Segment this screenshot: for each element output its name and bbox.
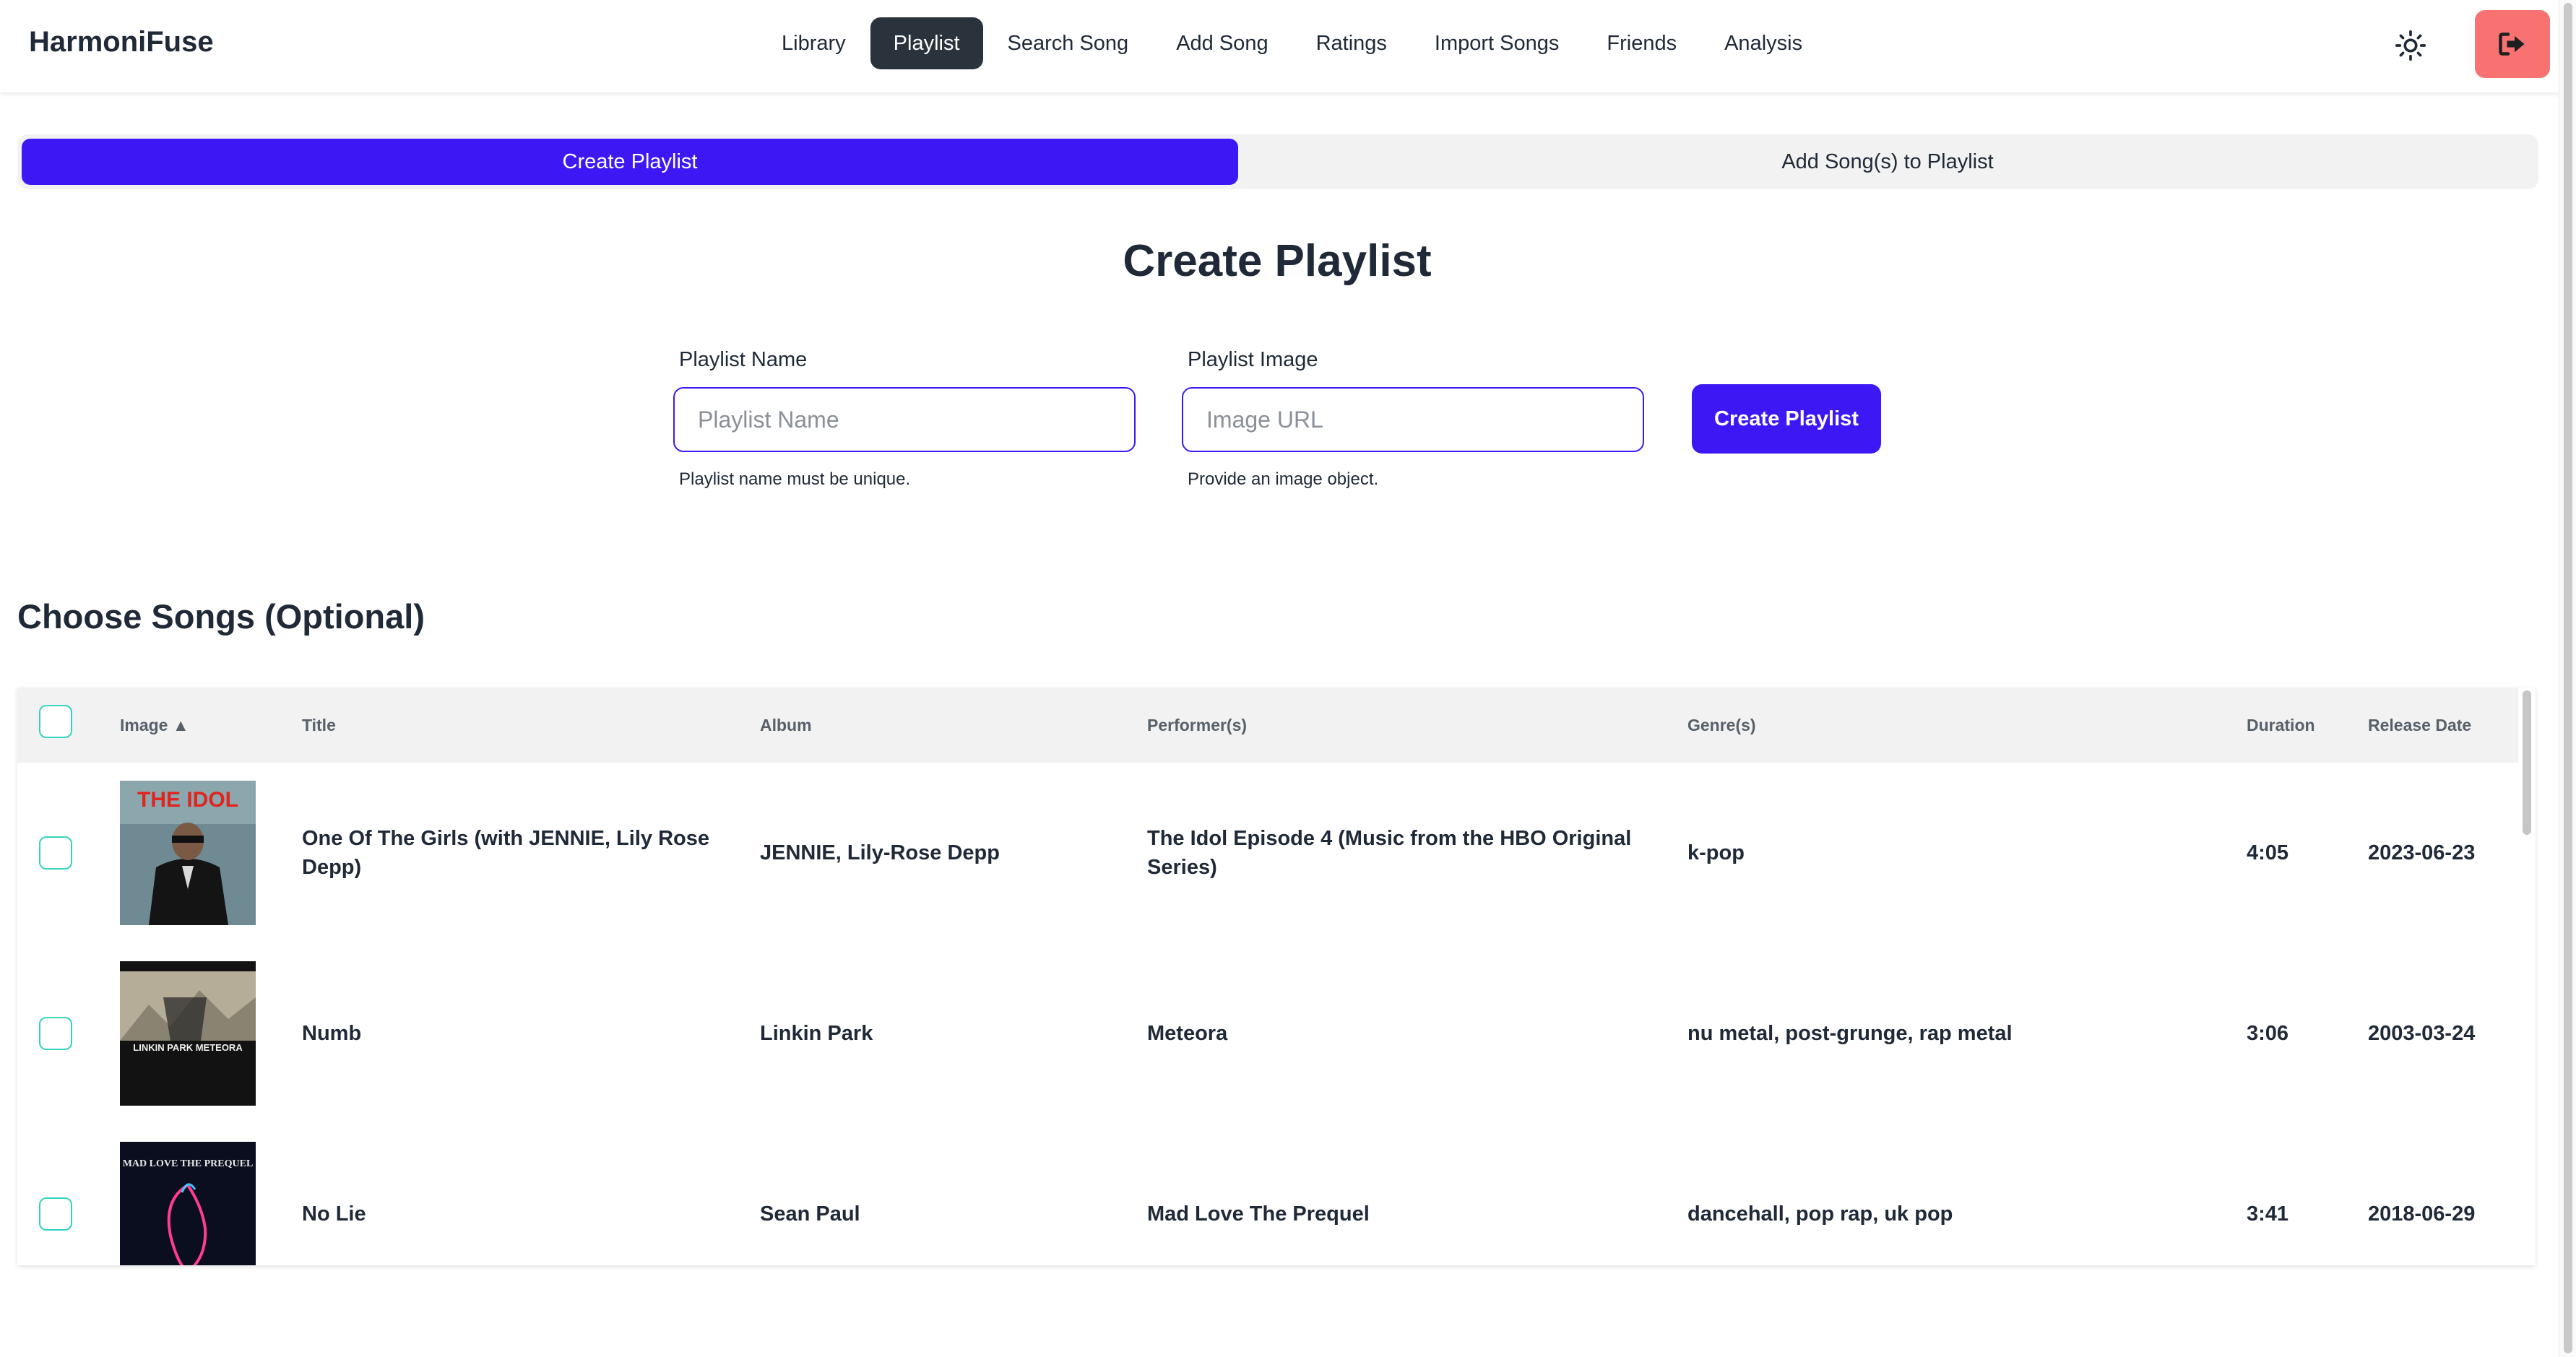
song-title: No Lie (302, 1202, 366, 1226)
row-checkbox[interactable] (39, 836, 72, 870)
table-row[interactable]: THE IDOL One Of The Girls (with JENNIE, … (17, 763, 2518, 945)
song-title: One Of The Girls (with JENNIE, Lily Rose… (302, 827, 709, 879)
main-nav: Library Playlist Search Song Add Song Ra… (758, 17, 1825, 69)
song-performers: Meteora (1147, 1022, 1228, 1045)
select-all-checkbox[interactable] (39, 705, 72, 738)
theme-toggle-button[interactable] (2387, 22, 2434, 69)
nav-analysis[interactable]: Analysis (1701, 17, 1825, 69)
nav-add-song[interactable]: Add Song (1153, 17, 1291, 69)
song-duration: 3:06 (2247, 1022, 2289, 1045)
page-title: Create Playlist (1123, 236, 1432, 286)
page-scrollbar[interactable] (2559, 0, 2576, 1357)
table-scrollbar[interactable] (2518, 688, 2536, 1265)
songs-table: Image ▲ Title Album Performer(s) Genre(s… (17, 688, 2536, 1265)
song-release-date: 2018-06-29 (2368, 1202, 2476, 1226)
playlist-name-input[interactable] (673, 387, 1136, 452)
top-navbar: HarmoniFuse Library Playlist Search Song… (0, 0, 2576, 92)
row-checkbox[interactable] (39, 1017, 72, 1050)
logout-icon (2499, 32, 2525, 56)
song-release-date: 2003-03-24 (2368, 1022, 2476, 1045)
song-genres: dancehall, pop rap, uk pop (1687, 1202, 1953, 1226)
sun-icon (2395, 30, 2426, 61)
header-image[interactable]: Image ▲ (120, 688, 189, 763)
song-album: Sean Paul (760, 1202, 860, 1226)
nav-friends[interactable]: Friends (1583, 17, 1700, 69)
song-duration: 4:05 (2247, 841, 2289, 864)
page-scrollbar-thumb[interactable] (2564, 3, 2572, 1353)
row-checkbox[interactable] (39, 1197, 72, 1231)
header-genres[interactable]: Genre(s) (1687, 688, 1756, 763)
playlist-image-input[interactable] (1182, 387, 1644, 452)
header-album[interactable]: Album (760, 688, 812, 763)
song-performers: The Idol Episode 4 (Music from the HBO O… (1147, 827, 1632, 879)
create-playlist-button[interactable]: Create Playlist (1692, 384, 1881, 454)
song-genres: nu metal, post-grunge, rap metal (1687, 1022, 2013, 1045)
nav-ratings[interactable]: Ratings (1293, 17, 1410, 69)
song-duration: 3:41 (2247, 1202, 2289, 1226)
playlist-name-label: Playlist Name (679, 348, 808, 371)
nav-import-songs[interactable]: Import Songs (1412, 17, 1582, 69)
header-title[interactable]: Title (302, 688, 336, 763)
playlist-name-help: Playlist name must be unique. (679, 469, 911, 489)
header-duration[interactable]: Duration (2247, 688, 2315, 763)
playlist-image-help: Provide an image object. (1188, 469, 1379, 489)
album-cover: MAD LOVE THE PREQUEL (120, 1142, 256, 1265)
app-brand[interactable]: HarmoniFuse (29, 26, 214, 58)
tab-add-songs-to-playlist[interactable]: Add Song(s) to Playlist (1241, 139, 2534, 185)
choose-songs-heading: Choose Songs (Optional) (17, 597, 425, 636)
cover-text: LINKIN PARK METEORA (133, 1042, 243, 1053)
table-row[interactable]: LINKIN PARK METEORA Numb Linkin Park Met… (17, 943, 2518, 1125)
header-performers[interactable]: Performer(s) (1147, 688, 1247, 763)
table-header: Image ▲ Title Album Performer(s) Genre(s… (17, 688, 2518, 763)
song-performers: Mad Love The Prequel (1147, 1202, 1370, 1226)
song-title: Numb (302, 1022, 362, 1045)
tab-create-playlist[interactable]: Create Playlist (22, 139, 1238, 185)
playlist-image-label: Playlist Image (1188, 348, 1318, 371)
album-cover: LINKIN PARK METEORA (120, 961, 256, 1106)
song-release-date: 2023-06-23 (2368, 841, 2476, 864)
logout-button[interactable] (2475, 10, 2550, 78)
table-row[interactable]: MAD LOVE THE PREQUEL No Lie Sean Paul Ma… (17, 1124, 2518, 1265)
cover-text: THE IDOL (137, 788, 238, 812)
song-album: JENNIE, Lily-Rose Depp (760, 841, 1000, 864)
song-genres: k-pop (1687, 841, 1745, 864)
song-album: Linkin Park (760, 1022, 873, 1045)
header-release-date[interactable]: Release Date (2368, 688, 2471, 763)
nav-playlist[interactable]: Playlist (870, 17, 983, 69)
playlist-tabs: Create Playlist Add Song(s) to Playlist (17, 134, 2538, 189)
nav-search-song[interactable]: Search Song (985, 17, 1152, 69)
table-scrollbar-thumb[interactable] (2523, 690, 2531, 835)
album-cover: THE IDOL (120, 781, 256, 925)
cover-text: MAD LOVE THE PREQUEL (123, 1158, 254, 1169)
nav-library[interactable]: Library (758, 17, 869, 69)
